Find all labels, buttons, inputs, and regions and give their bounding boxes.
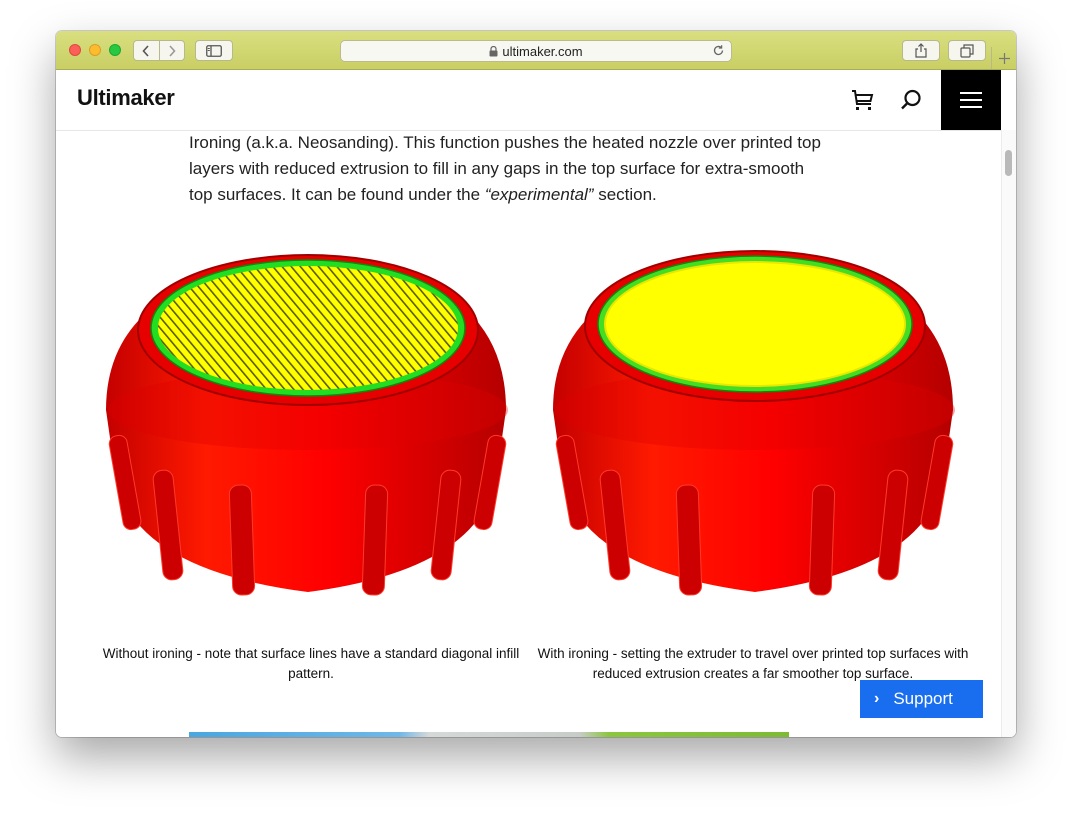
page-scrollbar[interactable]	[1001, 130, 1016, 737]
cart-button[interactable]	[851, 88, 875, 112]
zoom-window-button[interactable]	[109, 44, 121, 56]
article-intro: Ironing (a.k.a. Neosanding). This functi…	[189, 130, 879, 208]
close-window-button[interactable]	[69, 44, 81, 56]
site-header: Ultimaker	[56, 70, 1001, 131]
forward-button[interactable]	[158, 41, 185, 60]
browser-window: ultimaker.com Ultimaker Ironing (a.k.a. …	[56, 31, 1016, 737]
sidebar-toggle-button[interactable]	[195, 40, 233, 61]
reload-button[interactable]	[712, 44, 725, 60]
intro-text: section.	[593, 185, 657, 204]
sidebar-icon	[206, 44, 222, 57]
page-viewport: Ultimaker Ironing (a.k.a. Neosanding). T…	[56, 70, 1016, 737]
tabs-overview-button[interactable]	[948, 40, 986, 61]
support-label: Support	[893, 689, 953, 708]
tabs-icon	[960, 43, 974, 58]
address-bar[interactable]: ultimaker.com	[340, 40, 732, 62]
next-article-image	[189, 732, 789, 737]
reload-icon	[713, 45, 724, 56]
minimize-window-button[interactable]	[89, 44, 101, 56]
intro-line: Ironing (a.k.a. Neosanding). This functi…	[189, 133, 821, 152]
chevron-right-icon	[169, 44, 176, 57]
back-button[interactable]	[134, 41, 159, 60]
plus-icon	[998, 52, 1010, 64]
knob-model-image	[553, 250, 955, 596]
share-button[interactable]	[902, 40, 940, 61]
cart-icon	[852, 90, 874, 110]
intro-line: top surfaces. It can be found under the …	[189, 182, 879, 208]
share-icon	[915, 43, 927, 58]
support-button[interactable]: › Support	[860, 680, 983, 718]
knob-model-image	[106, 254, 508, 596]
search-icon	[901, 89, 921, 110]
menu-button[interactable]	[941, 70, 1001, 130]
intro-text: top surfaces. It can be found under the	[189, 185, 485, 204]
experimental-emphasis: “experimental”	[484, 185, 594, 204]
hamburger-menu-icon	[960, 92, 982, 108]
figure-without-ironing	[76, 240, 546, 610]
search-button[interactable]	[899, 88, 923, 112]
chevron-left-icon	[142, 44, 149, 57]
site-logo[interactable]: Ultimaker	[77, 85, 175, 111]
browser-toolbar: ultimaker.com	[56, 31, 1016, 70]
url-text: ultimaker.com	[502, 43, 583, 59]
intro-line: layers with reduced extrusion to fill in…	[189, 159, 805, 178]
figure-caption-without-ironing: Without ironing - note that surface line…	[102, 646, 520, 681]
history-nav	[133, 40, 185, 61]
scrollbar-thumb[interactable]	[1005, 150, 1012, 176]
figure-with-ironing	[523, 240, 993, 610]
new-tab-button[interactable]	[991, 47, 1016, 69]
figure-caption-with-ironing: With ironing - setting the extruder to t…	[537, 646, 969, 681]
chevron-right-icon: ›	[874, 690, 880, 707]
lock-icon	[489, 45, 498, 56]
